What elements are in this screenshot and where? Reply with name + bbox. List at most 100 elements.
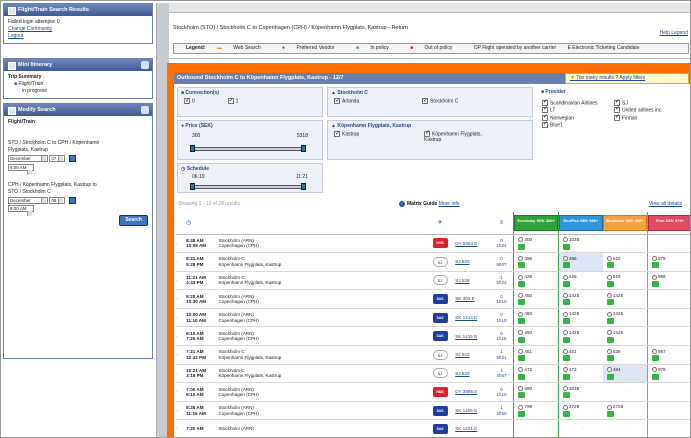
expand-row-icon[interactable]: › <box>176 334 178 339</box>
stops-cell[interactable]: 1 5h22 <box>489 271 514 291</box>
leg2-month-select[interactable]: December <box>8 196 48 204</box>
fare-radio[interactable] <box>518 255 524 261</box>
fare-radio[interactable] <box>518 293 524 299</box>
fare-first[interactable]: 986 <box>647 271 690 291</box>
stops-cell[interactable]: 0 9h07 <box>489 252 514 272</box>
expand-row-icon[interactable]: › <box>176 352 178 357</box>
stops-cell[interactable]: 0 1h24 <box>489 234 514 254</box>
price-slider[interactable] <box>190 145 306 152</box>
leg1-time-select[interactable]: 8:00 AM <box>8 163 34 175</box>
table-row[interactable]: › 8:25 AM 11:15 AM Stockholm (ARN) Copenhage… <box>176 401 690 421</box>
fare-radio[interactable] <box>606 330 612 336</box>
collapse-icon[interactable] <box>141 61 149 69</box>
ecoflex-column-header[interactable]: EcoFlex SEK 986+ <box>558 214 603 231</box>
fare-ecoflex[interactable]: 1425 <box>558 326 603 347</box>
sort-time-icon[interactable]: ◷ <box>186 220 191 226</box>
first-column-header[interactable]: First SEK 979+ <box>647 214 690 231</box>
flight-number-link[interactable]: SJ 529 <box>455 371 469 376</box>
fare-radio[interactable] <box>562 367 568 373</box>
flight-number-link[interactable]: SK 1415 E <box>455 334 477 339</box>
fare-radio[interactable] <box>562 237 568 243</box>
stops-cell[interactable]: 0 1h10 <box>489 308 514 328</box>
table-row[interactable]: › 7:20 AM Stockholm (ARN) SAS SK 1401 E---- <box>176 419 690 437</box>
expand-row-icon[interactable]: › <box>176 259 178 264</box>
flight-number-link[interactable]: SJ 523 <box>455 352 469 357</box>
fare-radio[interactable] <box>518 404 524 410</box>
expand-row-icon[interactable]: › <box>176 389 178 394</box>
fare-ecoflex[interactable]: 472 <box>558 364 603 384</box>
price-min-handle[interactable] <box>190 145 195 152</box>
fare-economy[interactable]: 451 <box>513 345 559 365</box>
fare-economy[interactable]: 450 <box>513 326 559 347</box>
fare-radio[interactable] <box>651 255 657 261</box>
provider-norwegian-checkbox[interactable] <box>542 114 548 121</box>
fare-radio[interactable] <box>562 255 568 261</box>
table-row[interactable]: › 10:00 AM 11:10 AM Stockholm (ARN) Copenhag… <box>176 308 690 328</box>
provider-united-checkbox[interactable] <box>614 106 620 114</box>
mini-itinerary-header[interactable]: Mini Itinerary <box>4 59 152 71</box>
modify-search-header[interactable]: Modify Search <box>4 104 152 116</box>
business-column-header[interactable]: Business SEK 306+ <box>602 214 647 231</box>
fare-radio[interactable] <box>562 386 568 392</box>
leg1-day-select[interactable]: 07 <box>49 155 66 162</box>
fare-radio[interactable] <box>606 255 612 261</box>
fare-radio[interactable] <box>518 386 524 392</box>
connections-0-checkbox[interactable] <box>184 97 190 104</box>
flight-number-link[interactable]: SJ 526 <box>455 259 469 264</box>
flight-number-link[interactable]: SK 1401 E <box>455 426 477 431</box>
view-all-details-link[interactable]: View all details <box>649 201 682 207</box>
fare-economy[interactable]: 396 <box>513 252 559 272</box>
leg2-time-select[interactable]: 8:00 AM <box>8 205 34 217</box>
fare-first[interactable]: 979 <box>647 364 690 384</box>
fare-radio[interactable] <box>562 293 568 299</box>
cph-kastrup-checkbox[interactable] <box>424 130 430 137</box>
flight-number-link[interactable]: DY 3885 E <box>455 389 477 394</box>
table-row[interactable]: › 11:21 AM 4:43 PM Stockholm C Köpenhamn Fly… <box>176 271 690 291</box>
fare-business[interactable]: 522 <box>602 252 648 272</box>
fare-business[interactable]: 1425 <box>602 308 648 328</box>
fare-economy[interactable]: 799 <box>513 401 559 421</box>
fare-economy[interactable]: 450 <box>513 308 559 328</box>
fare-radio[interactable] <box>606 274 612 280</box>
fare-radio[interactable] <box>562 311 568 317</box>
help-link[interactable]: Help Legend <box>660 30 688 36</box>
kastrup-checkbox[interactable] <box>334 130 340 137</box>
fare-radio[interactable] <box>606 348 612 354</box>
sort-carrier-icon[interactable]: ✈ <box>438 220 443 226</box>
table-row[interactable]: › 6:10 AM 7:25 AM Stockholm (ARN) Copenhagen… <box>176 326 690 347</box>
schedule-slider[interactable] <box>190 183 306 190</box>
provider-blue1-checkbox[interactable] <box>542 121 548 128</box>
expand-row-icon[interactable]: › <box>176 315 178 320</box>
expand-row-icon[interactable]: › <box>176 241 178 246</box>
fare-radio[interactable] <box>518 274 524 280</box>
fare-economy[interactable]: 426 <box>513 271 559 291</box>
fare-ecoflex[interactable]: 2729 <box>558 401 603 421</box>
fare-ecoflex[interactable]: 1425 <box>558 308 603 328</box>
stockholm-c-checkbox[interactable] <box>422 97 428 104</box>
provider-lt-checkbox[interactable] <box>542 106 548 114</box>
stops-cell[interactable]: 0 1h10 <box>489 382 514 402</box>
fare-radio[interactable] <box>518 348 524 354</box>
fare-radio[interactable] <box>562 404 568 410</box>
fare-radio[interactable] <box>518 311 524 317</box>
flight-number-link[interactable]: SJ 528 <box>455 278 469 283</box>
provider-finnair-checkbox[interactable] <box>614 114 620 121</box>
schedule-min-handle[interactable] <box>190 183 195 190</box>
expand-row-icon[interactable]: › <box>176 371 178 376</box>
fare-radio[interactable] <box>606 367 612 373</box>
leg1-month-select[interactable]: December <box>8 155 48 162</box>
fare-radio[interactable] <box>518 367 524 373</box>
stops-cell[interactable]: 1 2h50 <box>489 401 514 421</box>
provider-sj-checkbox[interactable] <box>614 99 620 106</box>
arlanda-checkbox[interactable] <box>334 97 340 104</box>
fare-economy[interactable]: 490 <box>513 382 559 402</box>
expand-row-icon[interactable]: › <box>176 296 178 301</box>
fare-first[interactable]: 979 <box>647 252 690 272</box>
fare-radio[interactable] <box>562 274 568 280</box>
price-max-handle[interactable] <box>301 145 306 152</box>
fare-business[interactable]: 536 <box>602 345 648 365</box>
stops-cell[interactable]: 0 1h10 <box>489 289 514 309</box>
table-row[interactable]: › 10:21 AM 3:18 PM Stockholm C Köpenhamn Fly… <box>176 364 690 384</box>
economy-column-header[interactable]: Economy SEK 300+ <box>514 214 558 231</box>
expand-row-icon[interactable]: › <box>176 278 178 283</box>
